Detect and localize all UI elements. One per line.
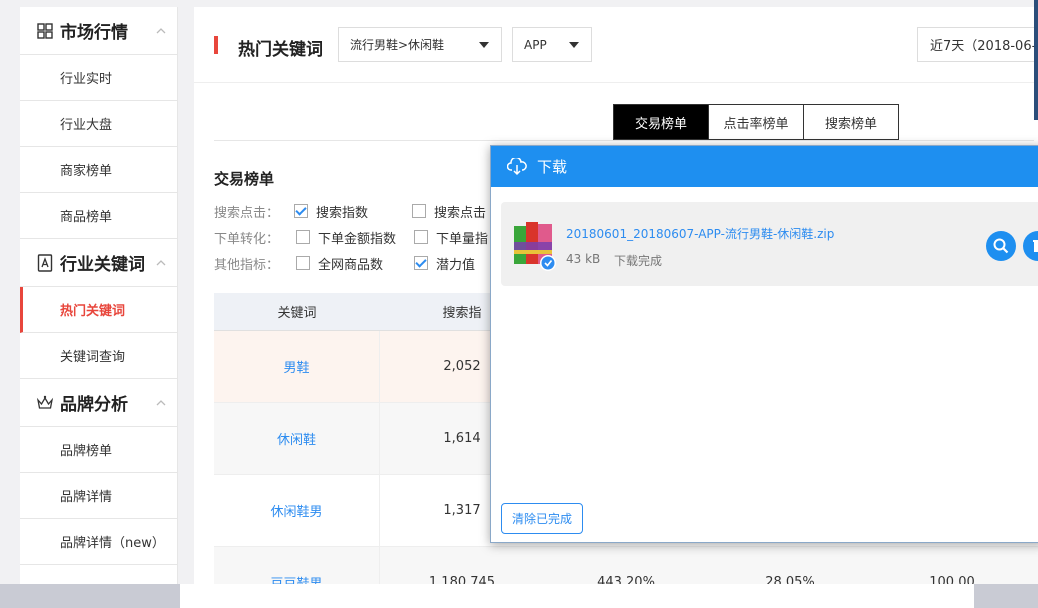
tab-transaction-ranking[interactable]: 交易榜单 [613, 104, 709, 140]
sidebar-item-industry-realtime[interactable]: 行业实时 [20, 55, 177, 101]
checkbox-label: 搜索指数 [316, 205, 369, 221]
page-header: 热门关键词 流行男鞋>休闲鞋 APP 近7天（2018-06- [194, 7, 1038, 83]
filter-row-order-conversion: 下单转化： 下单金额指数 下单量指 [214, 227, 514, 247]
sidebar: 市场行情 行业实时 行业大盘 商家榜单 商品榜单 行业关键词 热门关键词 关键词… [20, 7, 178, 584]
checkbox-potential-value[interactable]: 潜力值 [414, 254, 475, 273]
checkbox-label: 全网商品数 [318, 257, 384, 273]
checkbox-search-index[interactable]: 搜索指数 [294, 202, 386, 221]
sidebar-item-merchant-ranking[interactable]: 商家榜单 [20, 147, 177, 193]
keyword-link[interactable]: 休闲鞋 [214, 403, 380, 474]
section-title: 交易榜单 [214, 170, 275, 188]
delete-button[interactable] [1023, 231, 1038, 261]
sidebar-section-title: 市场行情 [60, 23, 128, 43]
checkbox-label: 下单金额指数 [318, 231, 397, 247]
download-dialog: 下载 20180601_20180607-APP-流行男鞋-休闲鞋.zip 43… [490, 145, 1038, 543]
page-title: 热门关键词 [238, 40, 323, 60]
divider [214, 140, 1034, 141]
sidebar-section-brand[interactable]: 品牌分析 [20, 379, 177, 427]
checkbox-label: 潜力值 [436, 257, 476, 273]
checkbox-unchecked-icon [412, 204, 426, 218]
open-folder-button[interactable] [986, 231, 1016, 261]
download-item[interactable]: 20180601_20180607-APP-流行男鞋-休闲鞋.zip 43 kB… [501, 202, 1038, 286]
checkbox-total-products[interactable]: 全网商品数 [296, 254, 414, 273]
checkbox-search-click[interactable]: 搜索点击 [412, 202, 486, 221]
chevron-up-icon [156, 400, 166, 406]
checkbox-label: 下单量指 [436, 231, 489, 247]
keyword-link[interactable]: 休闲鞋男 [214, 475, 380, 546]
checkbox-order-amount-index[interactable]: 下单金额指数 [296, 228, 414, 247]
sidebar-item-hot-keywords[interactable]: 热门关键词 [20, 287, 177, 333]
caret-down-icon [569, 42, 579, 48]
cloud-download-icon [507, 157, 527, 175]
zip-archive-icon [514, 222, 556, 271]
download-file-name[interactable]: 20180601_20180607-APP-流行男鞋-休闲鞋.zip [566, 225, 834, 242]
sidebar-item-brand-detail[interactable]: 品牌详情 [20, 473, 177, 519]
document-a-icon [36, 253, 54, 272]
filter-label: 其他指标： [214, 257, 280, 273]
grid-icon [36, 22, 54, 40]
filter-label: 下单转化： [214, 231, 280, 247]
download-title: 下载 [537, 158, 568, 176]
date-range-select[interactable]: 近7天（2018-06- [917, 27, 1038, 62]
title-accent-bar [214, 36, 218, 54]
checkbox-unchecked-icon [296, 256, 310, 270]
checkbox-unchecked-icon [296, 230, 310, 244]
column-header-keyword[interactable]: 关键词 [214, 302, 380, 321]
checkbox-label: 搜索点击 [434, 205, 487, 221]
taskbar-window [180, 584, 974, 608]
sidebar-item-product-ranking[interactable]: 商品榜单 [20, 193, 177, 239]
checkbox-order-count-index[interactable]: 下单量指 [414, 228, 488, 247]
keyword-link[interactable]: 男鞋 [214, 331, 380, 402]
sidebar-section-keywords[interactable]: 行业关键词 [20, 239, 177, 287]
checkbox-checked-icon [294, 204, 308, 218]
sidebar-item-brand-detail-new[interactable]: 品牌详情（new） [20, 519, 177, 565]
search-icon [993, 238, 1009, 254]
clear-completed-button[interactable]: 清除已完成 [501, 503, 583, 534]
rank-tabs: 交易榜单 点击率榜单 搜索榜单 [613, 104, 899, 140]
chevron-up-icon [156, 260, 166, 266]
tab-search-ranking[interactable]: 搜索榜单 [803, 104, 899, 140]
caret-down-icon [479, 42, 489, 48]
sidebar-section-market[interactable]: 市场行情 [20, 7, 177, 55]
category-select-value: 流行男鞋>休闲鞋 [350, 38, 445, 52]
download-titlebar[interactable]: 下载 [491, 146, 1038, 187]
crown-icon [36, 394, 54, 412]
checkbox-checked-icon [414, 256, 428, 270]
trash-icon [1033, 240, 1038, 252]
sidebar-section-title: 品牌分析 [60, 395, 128, 415]
chevron-up-icon [156, 28, 166, 34]
sidebar-item-keyword-query[interactable]: 关键词查询 [20, 333, 177, 379]
platform-select[interactable]: APP [512, 27, 592, 62]
date-range-value: 近7天（2018-06- [930, 39, 1037, 54]
filter-row-other-metrics: 其他指标： 全网商品数 潜力值 [214, 253, 501, 273]
download-status: 下载完成 [614, 254, 663, 268]
filter-row-search-click: 搜索点击： 搜索指数 搜索点击 [214, 201, 512, 221]
sidebar-item-industry-overview[interactable]: 行业大盘 [20, 101, 177, 147]
tab-ctr-ranking[interactable]: 点击率榜单 [708, 104, 804, 140]
window-edge [1034, 0, 1038, 120]
checkbox-unchecked-icon [414, 230, 428, 244]
sidebar-item-brand-ranking[interactable]: 品牌榜单 [20, 427, 177, 473]
filter-label: 搜索点击： [214, 205, 280, 221]
download-file-size: 43 kB [566, 252, 601, 266]
category-select[interactable]: 流行男鞋>休闲鞋 [338, 27, 502, 62]
sidebar-section-title: 行业关键词 [60, 255, 145, 275]
platform-select-value: APP [524, 37, 547, 52]
